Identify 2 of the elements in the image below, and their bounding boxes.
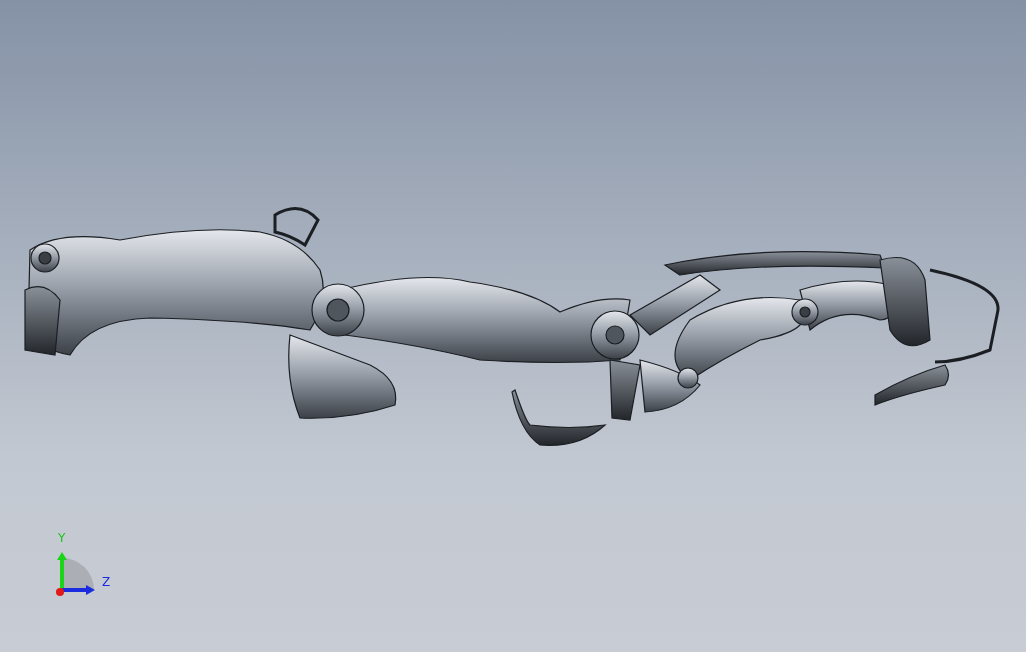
y-axis-label: Y xyxy=(58,532,66,544)
z-axis-label: Z xyxy=(102,576,111,588)
